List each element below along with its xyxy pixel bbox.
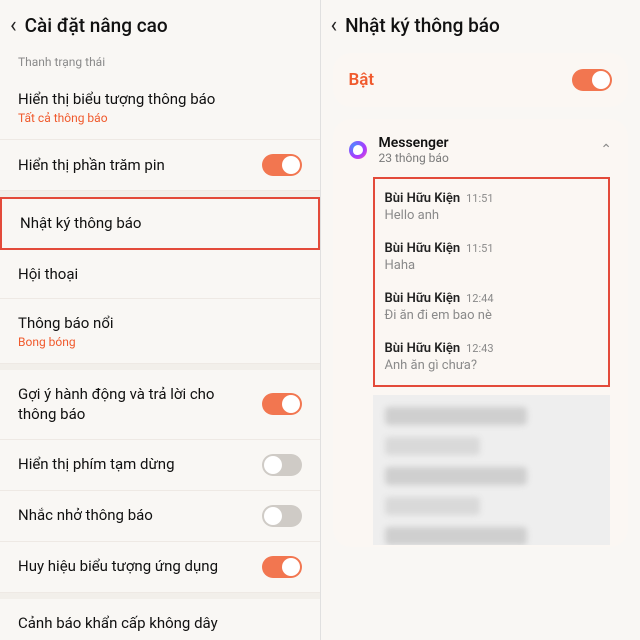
row-title: Nhắc nhở thông báo [18, 505, 252, 525]
row-title: Hội thoại [18, 264, 292, 284]
app-count: 23 thông báo [379, 151, 449, 165]
notification-sender: Bùi Hữu Kiện [385, 341, 461, 356]
section-label: Thanh trạng thái [0, 47, 320, 75]
settings-row[interactable]: Cảnh báo khẩn cấp không dây [0, 599, 320, 640]
row-title: Hiển thị biểu tượng thông báo [18, 89, 292, 109]
back-icon[interactable]: ‹ [331, 15, 338, 37]
notification-body: Haha [385, 258, 599, 273]
back-icon[interactable]: ‹ [10, 15, 17, 37]
app-header-row[interactable]: Messenger 23 thông báo ⌃ [333, 129, 629, 173]
blurred-notifications [373, 395, 611, 545]
messenger-icon [349, 141, 367, 159]
settings-row[interactable]: Nhật ký thông báo [0, 197, 320, 249]
page-title: Nhật ký thông báo [345, 14, 500, 37]
settings-row[interactable]: Hiển thị phần trăm pin [0, 140, 320, 191]
app-texts: Messenger 23 thông báo [379, 135, 449, 165]
notification-time: 11:51 [466, 192, 493, 205]
notification-item[interactable]: Bùi Hữu Kiện 11:51 Haha [375, 233, 609, 283]
settings-screen: ‹ Cài đặt nâng cao Thanh trạng thái Hiển… [0, 0, 320, 640]
app-name: Messenger [379, 135, 449, 151]
header: ‹ Nhật ký thông báo [321, 0, 640, 47]
settings-row[interactable]: Thông báo nổi Bong bóng [0, 299, 320, 364]
row-title: Hiển thị phần trăm pin [18, 155, 252, 175]
notification-body: Hello anh [385, 208, 599, 223]
notification-list: Bùi Hữu Kiện 11:51 Hello anh Bùi Hữu Kiện 11… [373, 177, 611, 387]
notification-sender: Bùi Hữu Kiện [385, 191, 461, 206]
notification-body: Đi ăn đi em bao nè [385, 308, 599, 323]
row-title: Thông báo nổi [18, 313, 292, 333]
page-title: Cài đặt nâng cao [25, 14, 168, 37]
toggle[interactable] [262, 454, 302, 476]
row-subtitle: Bong bóng [18, 335, 292, 349]
master-toggle[interactable] [572, 69, 612, 91]
notification-item[interactable]: Bùi Hữu Kiện 11:51 Hello anh [375, 183, 609, 233]
settings-list: Hiển thị biểu tượng thông báo Tất cả thôn… [0, 75, 320, 640]
toggle[interactable] [262, 505, 302, 527]
notification-time: 12:43 [466, 342, 493, 355]
toggle[interactable] [262, 154, 302, 176]
row-title: Nhật ký thông báo [20, 213, 290, 233]
notification-log-screen: ‹ Nhật ký thông báo Bật Messenger 23 thô… [321, 0, 640, 640]
master-toggle-card[interactable]: Bật [333, 53, 629, 107]
row-title: Hiển thị phím tạm dừng [18, 454, 252, 474]
settings-row[interactable]: Nhắc nhở thông báo [0, 491, 320, 542]
notification-item[interactable]: Bùi Hữu Kiện 12:44 Đi ăn đi em bao nè [375, 283, 609, 333]
settings-row[interactable]: Hiển thị biểu tượng thông báo Tất cả thôn… [0, 75, 320, 140]
settings-row[interactable]: Hội thoại [0, 250, 320, 299]
row-subtitle: Tất cả thông báo [18, 111, 292, 125]
master-toggle-label: Bật [349, 70, 375, 90]
notification-item[interactable]: Bùi Hữu Kiện 12:43 Anh ăn gì chưa? [375, 333, 609, 383]
toggle[interactable] [262, 393, 302, 415]
notification-time: 12:44 [466, 292, 493, 305]
notification-body: Anh ăn gì chưa? [385, 358, 599, 373]
settings-row[interactable]: Hiển thị phím tạm dừng [0, 440, 320, 491]
chevron-up-icon[interactable]: ⌃ [600, 142, 612, 158]
row-title: Cảnh báo khẩn cấp không dây [18, 613, 292, 633]
toggle[interactable] [262, 556, 302, 578]
notification-sender: Bùi Hữu Kiện [385, 291, 461, 306]
row-title: Gợi ý hành động và trả lời cho thông báo [18, 384, 252, 425]
row-title: Huy hiệu biểu tượng ứng dụng [18, 556, 252, 576]
notification-log-card: Messenger 23 thông báo ⌃ Bùi Hữu Kiện 11:… [333, 119, 629, 547]
settings-row[interactable]: Gợi ý hành động và trả lời cho thông báo [0, 370, 320, 440]
notification-sender: Bùi Hữu Kiện [385, 241, 461, 256]
settings-row[interactable]: Huy hiệu biểu tượng ứng dụng [0, 542, 320, 593]
notification-time: 11:51 [466, 242, 493, 255]
header: ‹ Cài đặt nâng cao [0, 0, 320, 47]
